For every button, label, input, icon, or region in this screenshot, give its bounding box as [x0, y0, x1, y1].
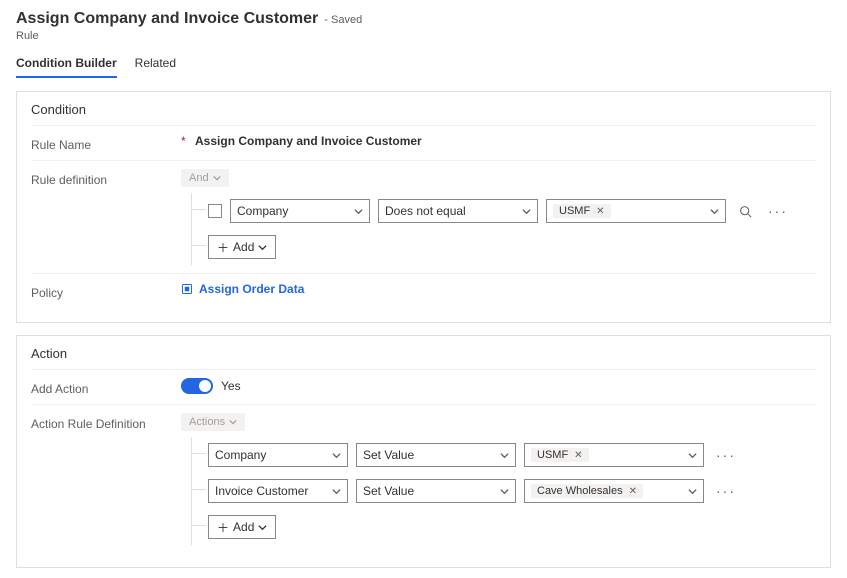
condition-row: Company Does not equal USMF ✕	[208, 193, 816, 229]
operator-select[interactable]: Does not equal	[378, 199, 538, 223]
row-checkbox[interactable]	[208, 204, 222, 218]
remove-tag-button[interactable]: ✕	[629, 486, 637, 497]
actions-root-chip[interactable]: Actions	[181, 413, 245, 431]
value-select[interactable]: Cave Wholesales ✕	[524, 479, 704, 503]
add-condition-text: Add	[233, 240, 254, 254]
action-rule-definition-label: Action Rule Definition	[31, 413, 181, 431]
chevron-down-icon	[500, 487, 509, 496]
lookup-button[interactable]	[734, 200, 756, 222]
rule-name-row: Rule Name * Assign Company and Invoice C…	[31, 125, 816, 160]
condition-panel-title: Condition	[31, 102, 816, 117]
entity-icon	[181, 283, 193, 295]
add-action-toggle-text: Yes	[221, 379, 241, 393]
field-select-text: Company	[215, 448, 266, 462]
root-operator-text: And	[189, 172, 209, 184]
chevron-down-icon	[213, 174, 221, 182]
chevron-down-icon	[229, 418, 237, 426]
operator-select-text: Set Value	[363, 448, 414, 462]
policy-link-text: Assign Order Data	[199, 282, 304, 296]
action-rule-definition-row: Action Rule Definition Actions Company S…	[31, 404, 816, 553]
rule-definition-row: Rule definition And Company Does not equ…	[31, 160, 816, 273]
operator-select[interactable]: Set Value	[356, 443, 516, 467]
field-select[interactable]: Company	[208, 443, 348, 467]
action-tree: Company Set Value USMF ✕	[181, 437, 816, 545]
operator-select-text: Does not equal	[385, 204, 466, 218]
chevron-down-icon	[258, 243, 267, 252]
rule-definition-label: Rule definition	[31, 169, 181, 187]
rule-name-label: Rule Name	[31, 134, 181, 152]
add-action-toggle[interactable]	[181, 378, 213, 394]
add-action-label: Add Action	[31, 378, 181, 396]
value-tag: USMF ✕	[553, 204, 611, 218]
tabs: Condition Builder Related	[16, 56, 831, 79]
chevron-down-icon	[688, 451, 697, 460]
row-more-button[interactable]: ···	[764, 203, 792, 219]
tab-related[interactable]: Related	[135, 56, 176, 78]
value-tag: USMF ✕	[531, 448, 589, 462]
value-select[interactable]: USMF ✕	[546, 199, 726, 223]
chevron-down-icon	[522, 207, 531, 216]
chevron-down-icon	[500, 451, 509, 460]
chevron-down-icon	[332, 451, 341, 460]
value-tag-text: USMF	[559, 205, 590, 217]
condition-panel: Condition Rule Name * Assign Company and…	[16, 91, 831, 323]
value-select[interactable]: USMF ✕	[524, 443, 704, 467]
page-title: Assign Company and Invoice Customer	[16, 10, 318, 28]
action-panel: Action Add Action Yes Action Rule Defini…	[16, 335, 831, 568]
value-tag-text: Cave Wholesales	[537, 485, 623, 497]
remove-tag-button[interactable]: ✕	[574, 450, 582, 461]
action-row: Invoice Customer Set Value Cave Wholesal…	[208, 473, 816, 509]
required-indicator: *	[181, 134, 186, 148]
root-operator-chip[interactable]: And	[181, 169, 229, 187]
operator-select[interactable]: Set Value	[356, 479, 516, 503]
chevron-down-icon	[332, 487, 341, 496]
tab-condition-builder[interactable]: Condition Builder	[16, 56, 117, 78]
policy-label: Policy	[31, 282, 181, 300]
rule-name-value[interactable]: Assign Company and Invoice Customer	[195, 130, 422, 148]
actions-root-text: Actions	[189, 416, 225, 428]
field-select-text: Company	[237, 204, 288, 218]
condition-tree: Company Does not equal USMF ✕	[181, 193, 816, 265]
entity-subtitle: Rule	[16, 30, 831, 42]
add-action-rule-row: ＋ Add	[208, 509, 816, 545]
page-header: Assign Company and Invoice Customer - Sa…	[16, 10, 831, 42]
add-condition-button[interactable]: ＋ Add	[208, 235, 276, 259]
save-status: - Saved	[324, 14, 362, 26]
row-more-button[interactable]: ···	[712, 447, 740, 463]
plus-icon: ＋	[217, 519, 229, 536]
plus-icon: ＋	[217, 239, 229, 256]
policy-link[interactable]: Assign Order Data	[181, 282, 304, 296]
field-select[interactable]: Invoice Customer	[208, 479, 348, 503]
remove-tag-button[interactable]: ✕	[596, 206, 604, 217]
field-select[interactable]: Company	[230, 199, 370, 223]
chevron-down-icon	[354, 207, 363, 216]
chevron-down-icon	[688, 487, 697, 496]
value-tag-text: USMF	[537, 449, 568, 461]
chevron-down-icon	[258, 523, 267, 532]
add-action-rule-button[interactable]: ＋ Add	[208, 515, 276, 539]
add-condition-row: ＋ Add	[208, 229, 816, 265]
value-tag: Cave Wholesales ✕	[531, 484, 643, 498]
field-select-text: Invoice Customer	[215, 484, 308, 498]
operator-select-text: Set Value	[363, 484, 414, 498]
add-action-row: Add Action Yes	[31, 369, 816, 404]
row-more-button[interactable]: ···	[712, 483, 740, 499]
search-icon	[739, 205, 752, 218]
add-action-rule-text: Add	[233, 520, 254, 534]
action-panel-title: Action	[31, 346, 816, 361]
policy-row: Policy Assign Order Data	[31, 273, 816, 308]
chevron-down-icon	[710, 207, 719, 216]
action-row: Company Set Value USMF ✕	[208, 437, 816, 473]
